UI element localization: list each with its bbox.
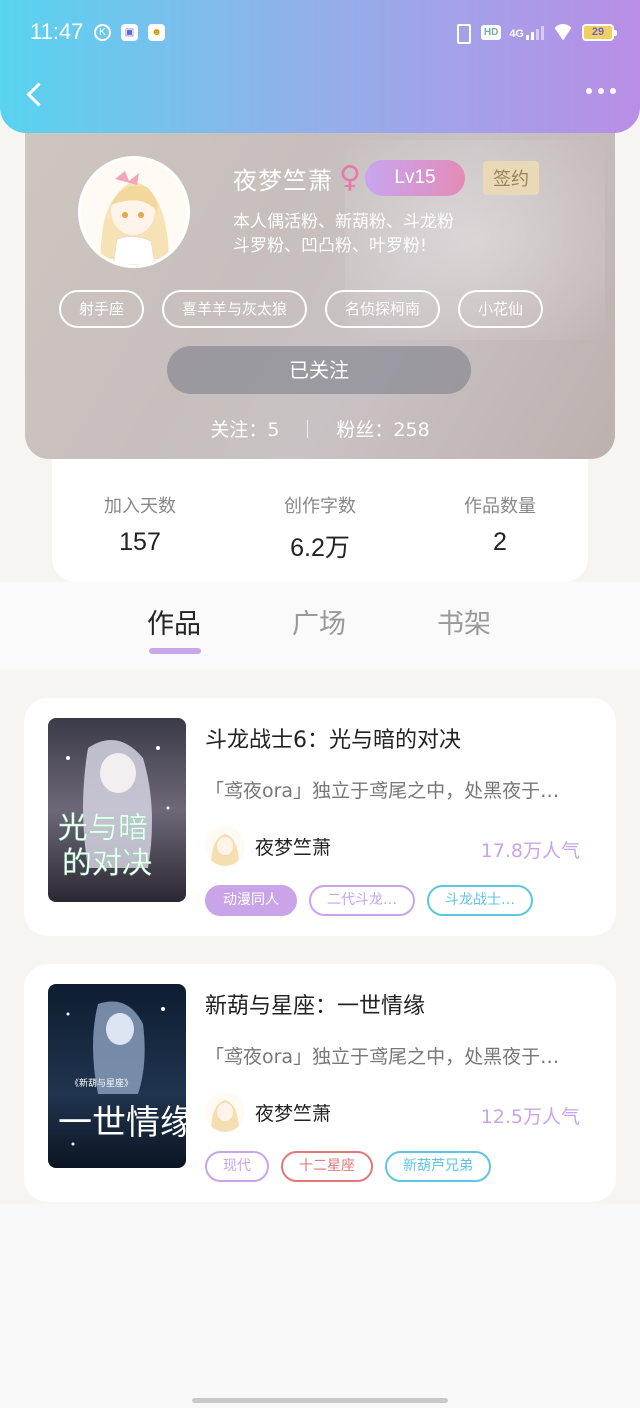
- signed-badge: 签约: [482, 161, 539, 195]
- work-title[interactable]: 斗龙战士6：光与暗的对决: [205, 722, 461, 754]
- author-avatar: [205, 1092, 245, 1132]
- work-tag[interactable]: 现代: [205, 1151, 269, 1182]
- top-header: 11:47 K ▣ ☻ HD 4G 29: [0, 0, 640, 133]
- wifi-icon: [552, 24, 574, 40]
- work-tag[interactable]: 十二星座: [281, 1151, 373, 1182]
- work-description: 「鸢夜ora」独立于鸢尾之中，处黑夜于…: [205, 1046, 560, 1068]
- tabs-bar: 作品 广场 书架: [0, 582, 640, 670]
- work-card[interactable]: 《新葫与星座》 一世情缘 新葫与星座：一世情缘 「鸢夜ora」独立于鸢尾之中，处…: [24, 964, 616, 1202]
- avatar[interactable]: [78, 156, 190, 268]
- stat-work-count: 作品数量 2: [410, 492, 590, 557]
- book-cover[interactable]: 光与暗 的对决: [48, 718, 186, 902]
- stat-value: 6.2万: [290, 534, 350, 562]
- cover-title-2: 的对决: [62, 846, 152, 881]
- work-tag[interactable]: 新葫芦兄弟: [385, 1151, 491, 1182]
- more-button[interactable]: [586, 88, 616, 94]
- bio-line-2: 斗罗粉、凹凸粉、叶罗粉!: [233, 236, 427, 256]
- profile-tag[interactable]: 名侦探柯南: [325, 290, 441, 328]
- stat-join-days: 加入天数 157: [50, 492, 230, 557]
- author-name: 夜梦竺萧: [255, 836, 332, 859]
- profile-tag[interactable]: 喜羊羊与灰太狼: [162, 290, 308, 328]
- book-cover[interactable]: 《新葫与星座》 一世情缘: [48, 984, 186, 1168]
- bio: 本人偶活粉、新葫粉、斗龙粉 斗罗粉、凹凸粉、叶罗粉!: [233, 210, 533, 258]
- author-avatar: [205, 826, 245, 866]
- work-author: 夜梦竺萧: [205, 1092, 331, 1132]
- stat-value: 2: [493, 528, 507, 556]
- hd-icon: HD: [480, 24, 502, 40]
- k-icon: K: [94, 24, 111, 41]
- work-title[interactable]: 新葫与星座：一世情缘: [205, 988, 425, 1020]
- work-tags: 现代 十二星座 新葫芦兄弟: [205, 1151, 491, 1182]
- work-tag[interactable]: 二代斗龙…: [309, 885, 415, 916]
- signal-icon: 4G: [509, 24, 544, 40]
- stat-word-count: 创作字数 6.2万: [230, 492, 410, 564]
- tab-indicator: [149, 648, 201, 654]
- tab-bookshelf[interactable]: 书架: [437, 602, 491, 641]
- work-description: 「鸢夜ora」独立于鸢尾之中，处黑夜于…: [205, 780, 560, 802]
- profile-tag[interactable]: 射手座: [59, 290, 145, 328]
- work-tag[interactable]: 动漫同人: [205, 885, 297, 916]
- stat-label: 作品数量: [464, 496, 536, 517]
- popularity: 12.5万人气: [480, 1106, 580, 1128]
- battery-icon: 29: [582, 23, 617, 41]
- mascot-icon: ☻: [148, 24, 165, 41]
- stat-value: 157: [119, 528, 161, 556]
- tab-works[interactable]: 作品: [147, 602, 201, 641]
- cover-title-1: 光与暗: [58, 811, 148, 846]
- bio-line-1: 本人偶活粉、新葫粉、斗龙粉: [233, 212, 454, 232]
- cover-title: 一世情缘: [58, 1103, 186, 1143]
- work-card[interactable]: 光与暗 的对决 斗龙战士6：光与暗的对决 「鸢夜ora」独立于鸢尾之中，处黑夜于…: [24, 698, 616, 936]
- store-icon: ▣: [121, 24, 138, 41]
- home-indicator[interactable]: [192, 1398, 448, 1403]
- cover-subtitle: 《新葫与星座》: [70, 1077, 133, 1089]
- popularity: 17.8万人气: [480, 840, 580, 862]
- stat-label: 创作字数: [284, 496, 356, 517]
- profile-tags: 射手座 喜羊羊与灰太狼 名侦探柯南 小花仙: [59, 290, 544, 328]
- profile-card: 夜梦竺萧 ♀ Lv15 签约 本人偶活粉、新葫粉、斗龙粉 斗罗粉、凹凸粉、叶罗粉…: [25, 100, 615, 459]
- back-button[interactable]: [22, 80, 46, 110]
- name-row: 夜梦竺萧 ♀ Lv15 签约: [233, 160, 539, 196]
- fans-count[interactable]: 粉丝：258: [336, 415, 429, 442]
- status-time: 11:47: [30, 19, 84, 44]
- work-tags: 动漫同人 二代斗龙… 斗龙战士…: [205, 885, 533, 916]
- profile-tag[interactable]: 小花仙: [458, 290, 544, 328]
- author-name: 夜梦竺萧: [255, 1102, 332, 1125]
- level-badge: Lv15: [364, 160, 465, 196]
- follow-stats: 关注：5 粉丝：258: [25, 415, 615, 442]
- follow-button[interactable]: 已关注: [167, 346, 471, 394]
- status-bar: 11:47 K ▣ ☻ HD 4G 29: [0, 0, 640, 66]
- network-type: 4G: [509, 28, 524, 40]
- more-dots-icon: [586, 88, 592, 94]
- vibrate-icon: [451, 22, 473, 44]
- divider: [307, 419, 309, 438]
- page-background-bottom: [0, 1204, 640, 1408]
- nickname: 夜梦竺萧: [233, 166, 333, 195]
- following-count[interactable]: 关注：5: [210, 415, 279, 442]
- stat-label: 加入天数: [104, 496, 176, 517]
- tab-square[interactable]: 广场: [292, 602, 346, 641]
- female-icon: ♀: [339, 160, 361, 195]
- work-tag[interactable]: 斗龙战士…: [427, 885, 533, 916]
- status-right: HD 4G 29: [451, 22, 617, 44]
- work-author: 夜梦竺萧: [205, 826, 331, 866]
